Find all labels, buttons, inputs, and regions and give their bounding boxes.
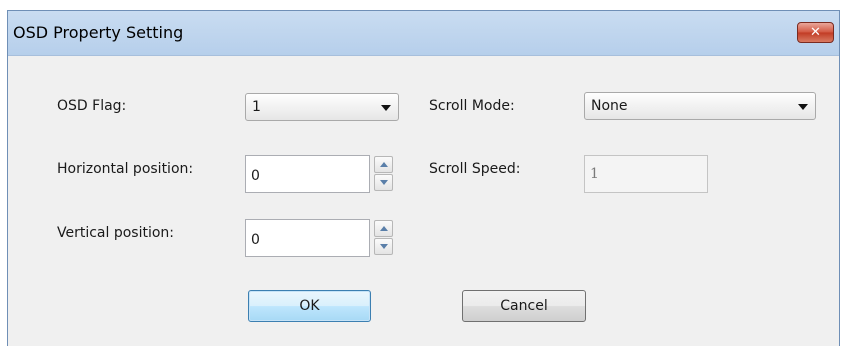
horizontal-position-label: Horizontal position: xyxy=(57,161,194,177)
dialog-title: OSD Property Setting xyxy=(13,23,184,42)
vertical-position-value: 0 xyxy=(251,232,260,248)
arrow-down-icon xyxy=(380,180,388,185)
arrow-down-icon xyxy=(380,244,388,249)
vertical-position-spinner xyxy=(374,220,393,255)
vertical-position-input[interactable]: 0 xyxy=(245,219,370,257)
spin-up-button[interactable] xyxy=(374,156,393,173)
close-button[interactable]: ✕ xyxy=(797,22,834,43)
close-icon: ✕ xyxy=(810,25,821,40)
spin-down-button[interactable] xyxy=(374,174,393,191)
osd-flag-select[interactable]: 1 xyxy=(245,93,399,121)
scroll-mode-label: Scroll Mode: xyxy=(429,98,515,114)
vertical-position-label: Vertical position: xyxy=(57,225,175,241)
osd-flag-value: 1 xyxy=(252,99,261,115)
scroll-mode-select[interactable]: None xyxy=(584,92,816,120)
arrow-up-icon xyxy=(380,226,388,231)
spin-down-button[interactable] xyxy=(374,238,393,255)
scroll-speed-label: Scroll Speed: xyxy=(429,161,521,177)
horizontal-position-spinner xyxy=(374,156,393,191)
scroll-mode-value: None xyxy=(591,98,628,114)
horizontal-position-value: 0 xyxy=(251,168,260,184)
arrow-up-icon xyxy=(380,162,388,167)
horizontal-position-input[interactable]: 0 xyxy=(245,155,370,193)
cancel-button[interactable]: Cancel xyxy=(462,290,586,322)
ok-button[interactable]: OK xyxy=(248,290,371,322)
scroll-speed-input: 1 xyxy=(584,155,708,193)
scroll-speed-value: 1 xyxy=(590,166,599,182)
osd-flag-label: OSD Flag: xyxy=(57,98,127,114)
title-bar[interactable]: OSD Property Setting ✕ xyxy=(8,11,839,56)
chevron-down-icon xyxy=(381,105,391,111)
spin-up-button[interactable] xyxy=(374,220,393,237)
chevron-down-icon xyxy=(798,104,808,110)
osd-property-dialog: OSD Property Setting ✕ OSD Flag: 1 Scrol… xyxy=(7,10,840,346)
